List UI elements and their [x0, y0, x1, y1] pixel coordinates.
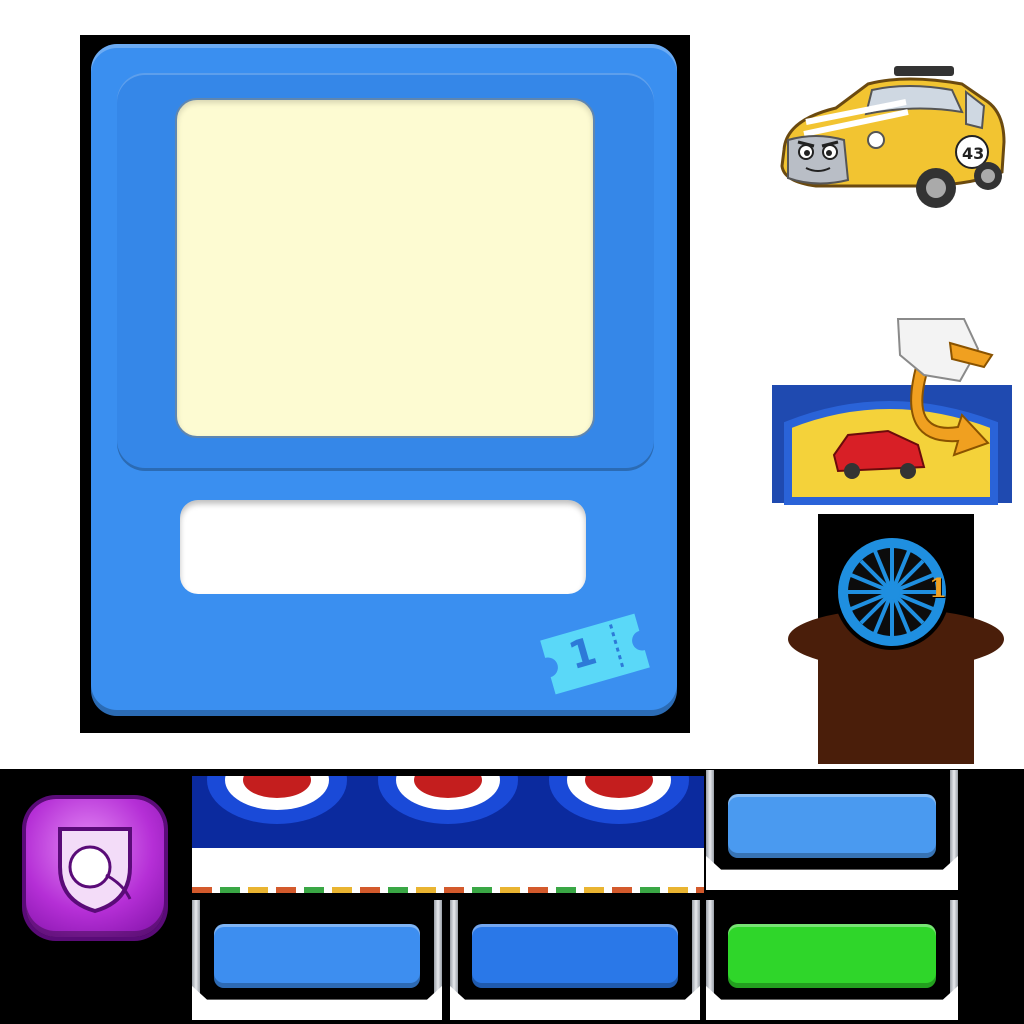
white-bar — [192, 848, 704, 888]
tray-top-right — [706, 770, 958, 890]
pointing-hand-icon — [896, 318, 994, 383]
yellow-racecar-icon: 43 — [776, 62, 1008, 214]
tray-bottom-2 — [450, 900, 700, 1020]
card-name-label — [180, 500, 586, 594]
blue-button-2[interactable] — [214, 924, 420, 988]
tray-bottom-3 — [706, 900, 958, 1020]
card-image-window — [175, 98, 595, 438]
ball-on-string-icon[interactable] — [26, 799, 164, 937]
car-number: 43 — [962, 144, 984, 163]
target-pattern-strip — [192, 776, 704, 848]
tray-bottom-1 — [192, 900, 442, 1020]
blue-button-1[interactable] — [728, 794, 936, 858]
tutorial-panel — [768, 315, 1014, 505]
green-button[interactable] — [728, 924, 936, 988]
sprite-sheet: 1 43 1 — [0, 0, 1024, 1024]
confetti-bar — [192, 887, 704, 893]
blue-button-3[interactable] — [472, 924, 678, 988]
wheel-count: 1 — [929, 574, 948, 604]
